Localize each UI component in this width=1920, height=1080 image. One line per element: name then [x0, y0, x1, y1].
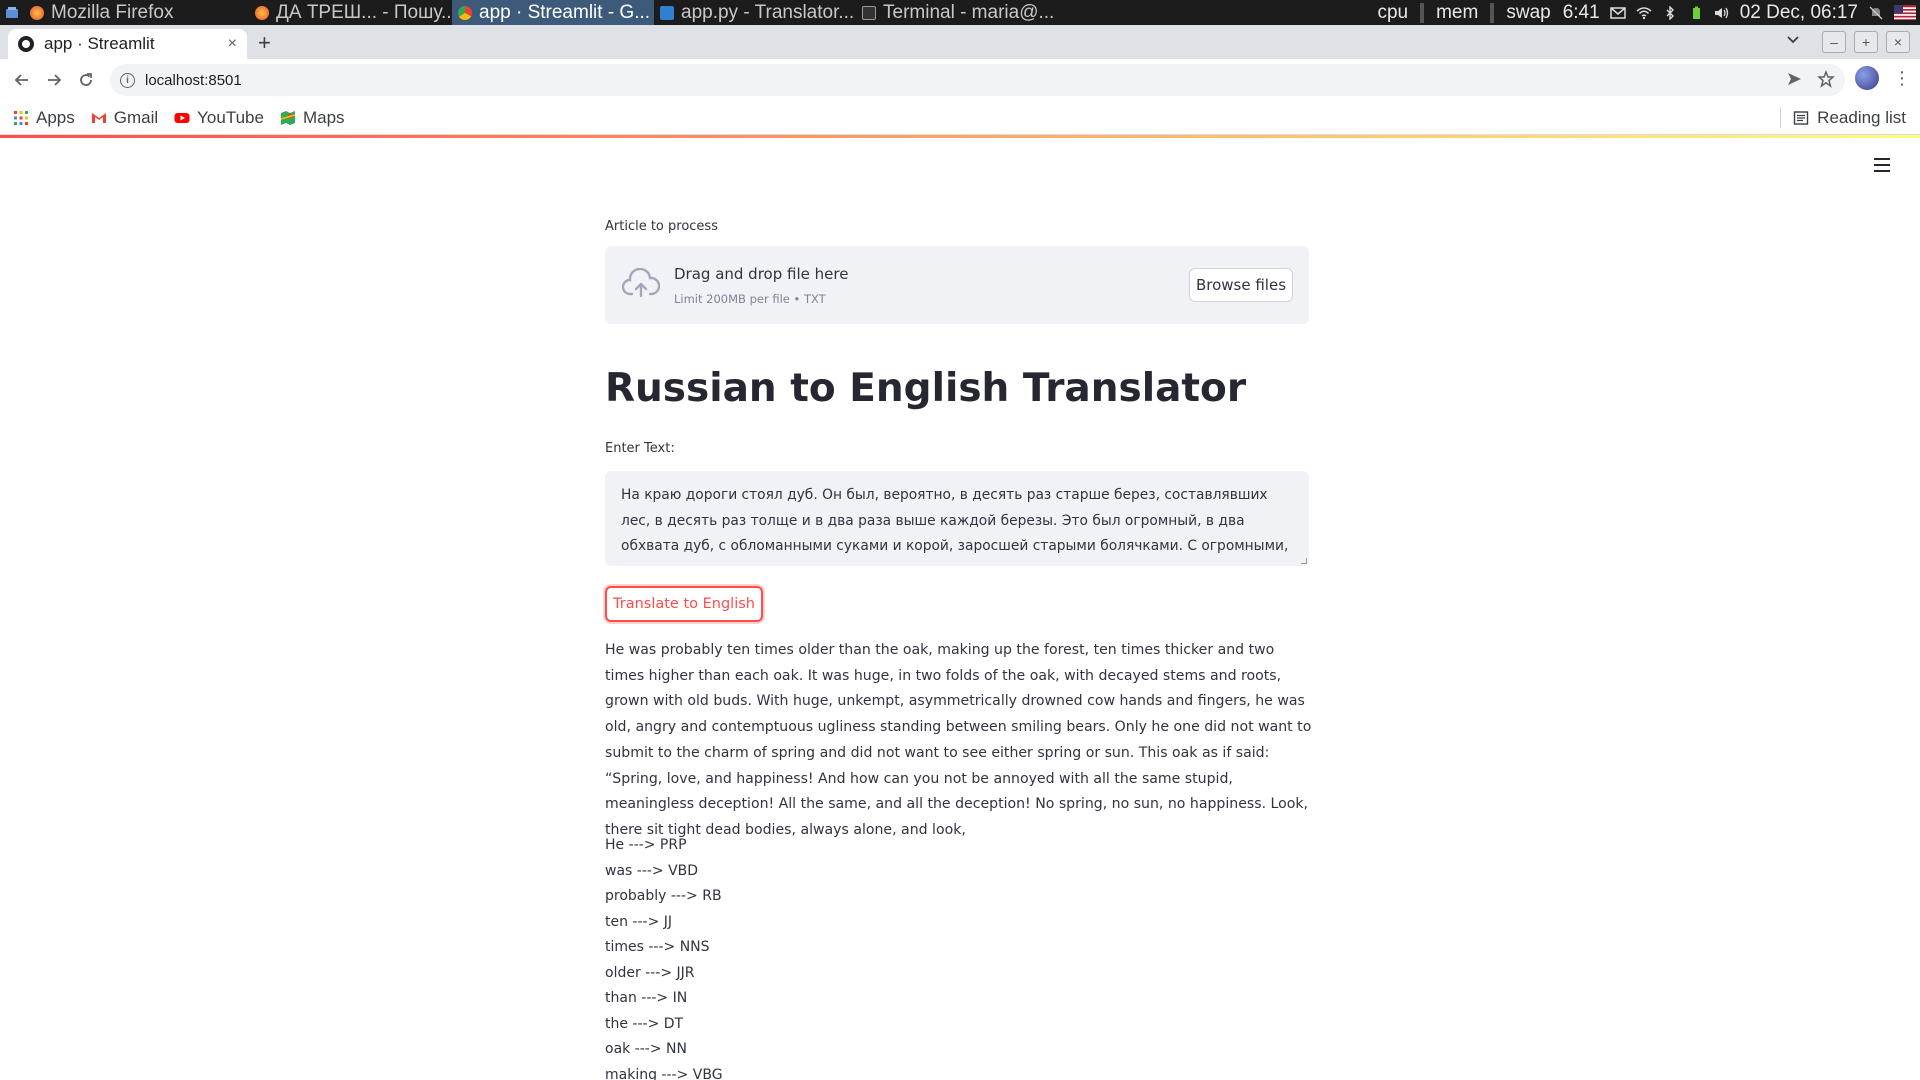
cpu-monitor[interactable]: cpu [1375, 2, 1410, 24]
reload-icon [80, 73, 92, 86]
pos-tag-list: He ---> PRP was ---> VBD probably ---> R… [605, 833, 723, 1080]
streamlit-page: Article to process Drag and drop file he… [0, 138, 1920, 1080]
streamlit-main-menu-icon[interactable] [1874, 158, 1890, 172]
bookmark-apps[interactable]: Apps [13, 108, 75, 128]
os-taskbar: Mozilla Firefox ДА ТРЕШ... - Пошу... app… [0, 0, 1920, 25]
file-uploader-label: Article to process [605, 219, 718, 234]
battery-icon[interactable] [1688, 6, 1704, 20]
tab-streamlit[interactable]: app · Streamlit × [8, 29, 247, 59]
bookmark-youtube[interactable]: YouTube [174, 108, 264, 128]
streamlit-favicon-icon [18, 36, 34, 52]
pos-tag-item: ten ---> JJ [605, 913, 673, 930]
firefox-icon [30, 5, 44, 20]
terminal-icon [862, 5, 876, 20]
dropzone-instructions: Drag and drop file here [674, 265, 849, 283]
swap-monitor[interactable]: swap [1504, 2, 1552, 24]
system-tray: cpu mem swap 6:41 02 Dec, 06:17 [1375, 0, 1920, 25]
browser-tab-strip: app · Streamlit × [0, 25, 1920, 59]
clock-short: 6:41 [1562, 1, 1600, 23]
taskbar-task-vscode[interactable]: app.py - Translator... [654, 0, 856, 25]
system-menu-icon[interactable] [0, 0, 24, 25]
gmail-icon [91, 112, 106, 123]
pos-tag-item: probably ---> RB [605, 888, 722, 904]
vscode-icon [660, 5, 674, 20]
volume-icon[interactable] [1714, 6, 1730, 20]
mem-monitor[interactable]: mem [1434, 2, 1480, 24]
pos-tag-item: making ---> VBG [605, 1066, 723, 1080]
russian-text-input[interactable] [605, 471, 1309, 566]
clock-datetime[interactable]: 02 Dec, 06:17 [1740, 2, 1858, 24]
send-tab-icon[interactable] [1785, 70, 1803, 88]
taskbar-task-firefox[interactable]: Mozilla Firefox [24, 0, 249, 25]
bluetooth-icon[interactable] [1662, 5, 1678, 20]
back-button[interactable] [6, 64, 38, 96]
keyboard-layout-us-flag-icon[interactable] [1894, 5, 1916, 20]
notifications-muted-icon[interactable] [1868, 6, 1884, 20]
pos-tag-item: He ---> PRP [605, 837, 687, 853]
taskbar-task-firefox-2[interactable]: ДА ТРЕШ... - Пошу... [249, 0, 452, 25]
tab-search-chevron-icon[interactable] [1786, 32, 1800, 48]
cloud-upload-icon [622, 268, 660, 298]
youtube-icon [174, 112, 190, 123]
bookmark-maps[interactable]: Maps [280, 108, 345, 128]
forward-arrow-icon [48, 74, 62, 86]
maps-icon [280, 110, 296, 125]
url-text[interactable]: localhost:8501 [145, 72, 242, 89]
translate-to-english-button[interactable]: Translate to English [605, 586, 763, 622]
pos-tag-item: than ---> IN [605, 990, 688, 1006]
apps-grid-icon [14, 110, 28, 125]
firefox-icon [255, 5, 269, 20]
pos-tag-item: the ---> DT [605, 1015, 684, 1032]
chrome-icon [458, 5, 472, 20]
cpu-meter [1420, 2, 1425, 23]
tab-close-icon[interactable]: × [228, 35, 237, 53]
textarea-resize-handle[interactable] [1301, 558, 1307, 564]
browser-menu-icon[interactable]: ⋮ [1893, 69, 1911, 87]
reading-list-icon [1793, 111, 1809, 125]
maximize-window-icon[interactable]: + [1854, 31, 1878, 53]
reload-button[interactable] [70, 64, 102, 96]
wifi-icon[interactable] [1636, 6, 1652, 20]
site-info-icon[interactable]: i [120, 72, 135, 88]
close-window-icon[interactable]: × [1886, 31, 1910, 53]
translation-output: He was probably ten times older than the… [605, 642, 1312, 838]
address-bar[interactable]: i localhost:8501 [110, 64, 1845, 96]
dropzone-limit-text: Limit 200MB per file • TXT [674, 292, 826, 306]
minimize-window-icon[interactable]: – [1822, 31, 1846, 53]
taskbar-task-chrome[interactable]: app · Streamlit - G... [452, 0, 654, 25]
mem-meter [1490, 2, 1495, 23]
pos-tag-item: was ---> VBD [605, 862, 699, 879]
reading-list-button[interactable]: Reading list [1780, 108, 1906, 128]
browse-files-button[interactable]: Browse files [1189, 268, 1293, 302]
page-title: Russian to English Translator [605, 366, 1247, 411]
mail-icon[interactable] [1609, 6, 1626, 20]
text-input-label: Enter Text: [605, 441, 675, 456]
bookmark-star-icon[interactable] [1817, 70, 1835, 88]
bookmark-gmail[interactable]: Gmail [91, 108, 158, 128]
new-tab-button[interactable]: + [258, 30, 271, 56]
profile-avatar[interactable] [1855, 66, 1879, 90]
browser-toolbar: i localhost:8501 ⋮ [0, 59, 1920, 101]
pos-tag-item: oak ---> NN [605, 1041, 687, 1057]
taskbar-task-terminal[interactable]: Terminal - maria@... [856, 0, 1056, 25]
pos-tag-item: older ---> JJR [605, 964, 695, 981]
window-controls: – + × [1822, 31, 1920, 53]
tab-title: app · Streamlit [44, 34, 155, 53]
file-uploader-dropzone[interactable]: Drag and drop file here Limit 200MB per … [605, 246, 1309, 324]
pos-tag-item: times ---> NNS [605, 939, 710, 955]
forward-button[interactable] [38, 64, 70, 96]
bookmarks-bar: Apps Gmail YouTube Maps Reading list [0, 101, 1920, 135]
back-arrow-icon [14, 74, 28, 86]
